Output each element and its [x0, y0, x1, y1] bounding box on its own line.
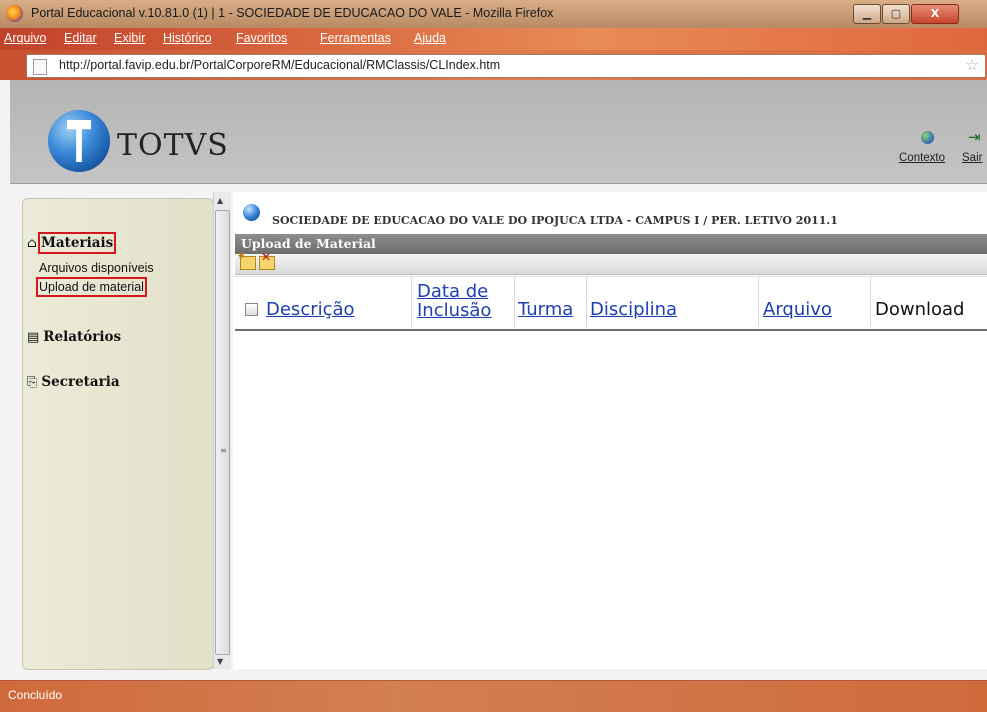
window-titlebar: Portal Educacional v.10.81.0 (1) | 1 - S… — [0, 0, 987, 29]
page-icon — [33, 59, 47, 75]
menu-historico[interactable]: Histórico — [163, 31, 212, 45]
sidebar-scrollbar[interactable]: ▲ ≡ ▼ — [213, 192, 231, 669]
contexto-link[interactable]: Contexto — [899, 152, 945, 164]
address-bar: http://portal.favip.edu.br/PortalCorpore… — [0, 50, 987, 80]
col-descricao: Descrição — [235, 277, 412, 327]
menu-ajuda[interactable]: Ajuda — [414, 31, 446, 45]
report-icon: ▤ — [27, 330, 40, 345]
scroll-up-arrow[interactable]: ▲ — [217, 196, 223, 205]
materiais-label: Materiais — [37, 232, 117, 254]
sidebar-section-materiais[interactable]: ⌂ Materiais — [27, 232, 117, 254]
bookmark-star-icon[interactable]: ☆ — [966, 56, 979, 74]
minimize-button[interactable]: ▁ — [853, 4, 881, 24]
col-disciplina-link[interactable]: Disciplina — [590, 301, 677, 319]
col-data-inclusao-line1[interactable]: Data de — [417, 283, 488, 301]
col-data-inclusao-line2[interactable]: Inclusão — [417, 302, 491, 320]
sair-link[interactable]: Sair — [962, 152, 982, 164]
menu-arquivo[interactable]: Arquivo — [4, 31, 46, 45]
menu-favoritos[interactable]: Favoritos — [236, 31, 287, 45]
close-button[interactable]: X — [911, 4, 959, 24]
window-title: Portal Educacional v.10.81.0 (1) | 1 - S… — [31, 6, 554, 20]
secretary-icon: ⎘ — [27, 375, 38, 390]
url-field[interactable]: http://portal.favip.edu.br/PortalCorpore… — [26, 54, 986, 78]
main-content: SOCIEDADE DE EDUCACAO DO VALE DO IPOJUCA… — [233, 192, 987, 669]
scroll-grip-icon: ≡ — [220, 446, 227, 455]
col-data-inclusao: Data de Inclusão — [411, 277, 515, 327]
organization-line: SOCIEDADE DE EDUCACAO DO VALE DO IPOJUCA… — [272, 214, 838, 227]
url-text: http://portal.favip.edu.br/PortalCorpore… — [59, 58, 501, 72]
grid-toolbar: ✷ ✕ — [235, 250, 987, 275]
col-descricao-link[interactable]: Descrição — [266, 301, 355, 319]
globe-icon — [243, 204, 260, 221]
secretaria-label: Secretaria — [41, 374, 120, 390]
logo-text: TOTVS — [117, 128, 229, 163]
menu-bar: Arquivo Editar Exibir Histórico Favorito… — [0, 28, 987, 50]
sidebar-item-arquivos-disponiveis[interactable]: Arquivos disponíveis — [39, 261, 154, 275]
page-header: TOTVS ⇥ Contexto Sair — [10, 80, 987, 184]
col-turma-link[interactable]: Turma — [518, 301, 573, 319]
exit-icon[interactable]: ⇥ — [968, 128, 981, 146]
menu-editar[interactable]: Editar — [64, 31, 97, 45]
sidebar-section-secretaria[interactable]: ⎘ Secretaria — [27, 374, 120, 390]
briefcase-icon: ⌂ — [27, 236, 37, 251]
col-download: Download — [870, 277, 987, 327]
status-text: Concluído — [8, 688, 63, 702]
select-all-checkbox[interactable] — [245, 303, 258, 316]
relatorios-label: Relatórios — [43, 329, 122, 345]
grid-header: Descrição Data de Inclusão Turma Discipl… — [235, 276, 987, 331]
col-arquivo-link[interactable]: Arquivo — [763, 301, 832, 319]
scroll-thumb[interactable]: ≡ — [215, 210, 230, 655]
menu-exibir[interactable]: Exibir — [114, 31, 145, 45]
col-download-label: Download — [875, 299, 965, 320]
delete-x-icon: ✕ — [261, 250, 272, 264]
sidebar-section-relatorios[interactable]: ▤ Relatórios — [27, 329, 121, 345]
sidebar-item-upload-material[interactable]: Upload de material — [36, 277, 147, 297]
panel-title: Upload de Material — [235, 234, 987, 254]
globe-icon[interactable] — [921, 131, 934, 144]
maximize-button[interactable]: ▢ — [882, 4, 910, 24]
status-bar: Concluído — [0, 680, 987, 712]
menu-ferramentas[interactable]: Ferramentas — [320, 31, 391, 45]
col-arquivo: Arquivo — [758, 277, 871, 327]
new-star-icon: ✷ — [237, 251, 246, 262]
col-disciplina: Disciplina — [586, 277, 759, 327]
sidebar: ⌂ Materiais Arquivos disponíveis Upload d… — [22, 198, 214, 670]
col-turma: Turma — [514, 277, 587, 327]
firefox-icon — [6, 5, 23, 22]
scroll-down-arrow[interactable]: ▼ — [217, 657, 223, 666]
